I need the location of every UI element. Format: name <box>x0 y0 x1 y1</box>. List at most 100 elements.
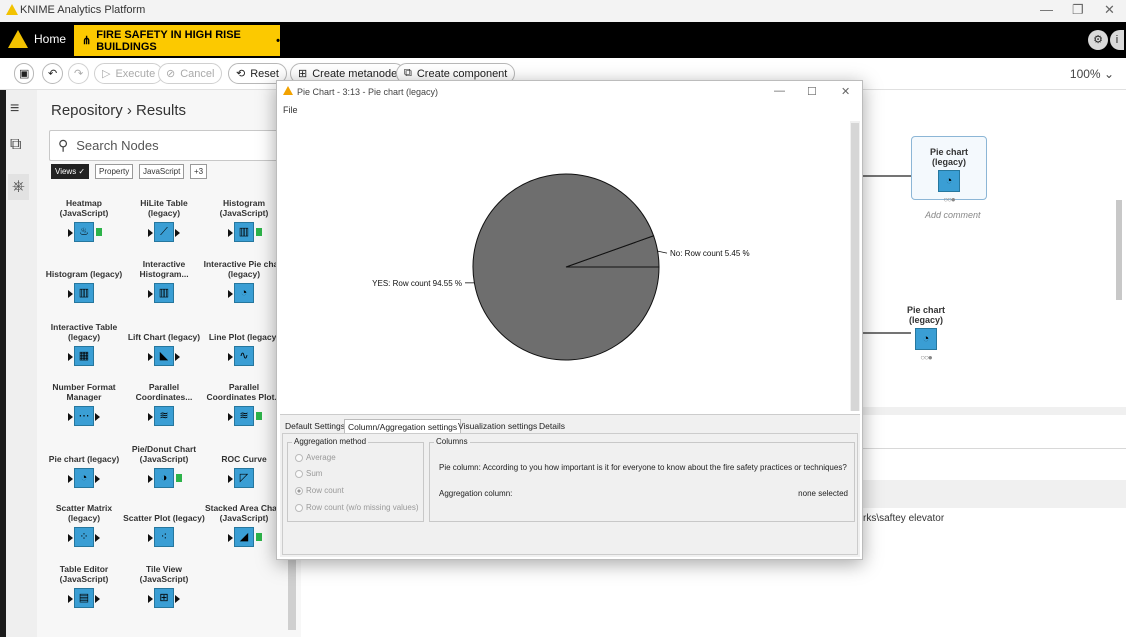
search-input[interactable]: ⚲ Search Nodes <box>49 130 301 161</box>
info-icon[interactable]: i <box>1110 30 1124 50</box>
repo-node[interactable]: Interactive Table (legacy) ▦ <box>43 320 125 366</box>
repo-node[interactable]: Scatter Matrix (legacy) ⁘ <box>43 501 125 547</box>
repo-node-label: Heatmap (JavaScript) <box>59 198 109 218</box>
tab-workflow[interactable]: ⋔ FIRE SAFETY IN HIGH RISE BUILDINGS • <box>74 25 280 56</box>
pie-column-select[interactable]: Pie column: According to you how importa… <box>439 463 847 472</box>
repo-node-label: ROC Curve <box>221 454 267 464</box>
scatter-plot-icon: ⁖ <box>148 527 174 547</box>
pie-chart-dialog: Pie Chart - 3:13 - Pie chart (legacy) — … <box>276 80 863 560</box>
workflow-path-text: rks\saftey elevator <box>863 513 945 524</box>
columns-title: Columns <box>434 437 470 446</box>
add-comment-link[interactable]: Add comment <box>925 210 981 220</box>
repo-node-label: Parallel Coordinates... <box>135 382 193 402</box>
undo-button[interactable]: ↶ <box>42 63 64 84</box>
radio-circle <box>295 469 303 478</box>
dialog-title: Pie Chart - 3:13 - Pie chart (legacy) <box>297 87 439 97</box>
pie-chart-icon: ◔ <box>228 283 254 303</box>
repo-node[interactable]: Line Plot (legacy) ∿ <box>203 320 285 366</box>
undo-icon: ↶ <box>48 68 58 80</box>
description-icon[interactable]: ≡ <box>10 100 19 118</box>
radio-average[interactable]: Average <box>295 453 336 462</box>
tab-content: Aggregation method Average Sum Row count… <box>282 433 858 555</box>
cancel-button[interactable]: ⊘ Cancel <box>158 63 223 84</box>
repo-node[interactable]: Lift Chart (legacy) ◣ <box>123 320 205 366</box>
tag-property[interactable]: Property <box>95 164 134 179</box>
execute-icon: ▷ <box>102 68 111 80</box>
repo-node[interactable]: Tile View (JavaScript) ⊞ <box>123 562 205 608</box>
canvas-vscrollbar[interactable] <box>1116 200 1122 300</box>
execute-button[interactable]: ▷ Execute <box>94 63 164 84</box>
tab-home[interactable]: Home <box>34 32 66 46</box>
tag-views-label: Views <box>55 167 77 176</box>
plot-scrollbar[interactable] <box>850 121 860 411</box>
repo-node[interactable]: Table Editor (JavaScript) ▤ <box>43 562 125 608</box>
redo-button[interactable]: ↷ <box>68 63 90 84</box>
repo-node-label: Histogram (legacy) <box>45 269 123 279</box>
repo-node[interactable]: Parallel Coordinates Plot... ≋ <box>203 380 285 426</box>
repo-node[interactable]: Stacked Area Chart (JavaScript) ◢ <box>203 501 285 547</box>
pie-chart-node[interactable]: Pie chart (legacy) ◔ ○○● <box>891 305 961 362</box>
radio-circle-selected <box>295 486 303 495</box>
redo-icon: ↷ <box>74 68 84 80</box>
repo-node[interactable]: HiLite Table (legacy) ⟋ <box>123 196 205 242</box>
minimize-icon[interactable]: — <box>1040 2 1053 17</box>
radio-sum[interactable]: Sum <box>295 469 322 478</box>
repo-node-label: Scatter Matrix (legacy) <box>55 503 113 523</box>
tag-javascript[interactable]: JavaScript <box>139 164 185 179</box>
radio-circle <box>295 503 303 512</box>
repo-node-label: Pie/Donut Chart (JavaScript) <box>131 444 197 464</box>
radio-circle <box>295 453 303 462</box>
repo-node[interactable]: Histogram (legacy) ▥ <box>43 257 125 303</box>
repo-node[interactable]: Heatmap (JavaScript) ♨ <box>43 196 125 242</box>
tab-visualization-settings[interactable]: Visualization settings <box>455 419 540 433</box>
tag-views[interactable]: Views ✓ <box>51 164 90 179</box>
save-button[interactable]: ▣ <box>14 63 35 84</box>
reset-icon: ⟲ <box>236 68 246 80</box>
repo-node[interactable]: Pie/Donut Chart (JavaScript) ◑ <box>123 442 205 488</box>
canvas-hscrollbar[interactable] <box>861 407 1126 415</box>
repo-node[interactable]: Scatter Plot (legacy) ⁖ <box>123 501 205 547</box>
unsaved-indicator: • <box>276 34 280 47</box>
dialog-close-icon[interactable]: ✕ <box>841 85 850 98</box>
parallel-coordinates-icon: ≋ <box>148 406 174 426</box>
repo-node-label: Tile View (JavaScript) <box>139 564 189 584</box>
pie-chart-svg: YES: Row count 94.55 % No: Row count 5.45… <box>372 173 750 361</box>
tag-more[interactable]: +3 <box>190 164 208 179</box>
tab-column-aggregation[interactable]: Column/Aggregation settings <box>344 419 462 434</box>
space-explorer-icon[interactable]: ⧉ <box>10 136 21 154</box>
pie-chart-node-selected[interactable]: Pie chart (legacy) ◔ ○○● <box>911 136 987 204</box>
heatmap-icon: ♨ <box>68 222 102 242</box>
radio-row-count-no-missing[interactable]: Row count (w/o missing values) <box>295 503 418 512</box>
repo-node[interactable]: Number Format Manager ⋯ <box>43 380 125 426</box>
repo-node[interactable]: Interactive Pie chart (legacy) ◔ <box>203 257 285 303</box>
save-icon: ▣ <box>19 68 30 80</box>
table-editor-icon: ▤ <box>68 588 100 608</box>
dialog-maximize-icon[interactable]: ☐ <box>807 85 817 98</box>
settings-icon[interactable]: ⚙ <box>1088 30 1108 50</box>
tab-details[interactable]: Details <box>536 419 568 433</box>
repo-node[interactable]: Parallel Coordinates... ≋ <box>123 380 205 426</box>
restore-icon[interactable]: ❐ <box>1072 2 1084 18</box>
cancel-icon: ⊘ <box>166 68 176 80</box>
close-icon[interactable]: ✕ <box>1104 2 1115 18</box>
panel-divider <box>861 448 1126 449</box>
repo-node[interactable]: Pie chart (legacy) ◔ <box>43 442 125 488</box>
zoom-select[interactable]: 100% ⌄ <box>1070 67 1114 81</box>
tab-default-settings[interactable]: Default Settings <box>282 419 348 433</box>
stacked-area-icon: ◢ <box>228 527 262 547</box>
menu-file[interactable]: File <box>277 103 862 119</box>
plot-scrollbar-thumb[interactable] <box>851 123 859 411</box>
histogram-icon: ▥ <box>148 283 174 303</box>
repo-node[interactable]: Interactive Histogram... ▥ <box>123 257 205 303</box>
radio-row-count[interactable]: Row count <box>295 486 344 495</box>
canvas-node-label: Pie chart (legacy) <box>906 305 946 325</box>
node-repository-icon[interactable]: ⎈ <box>8 174 29 200</box>
repo-node[interactable]: ROC Curve ◸ <box>203 442 285 488</box>
repo-node-label: Line Plot (legacy) <box>208 332 280 342</box>
aggregation-column-select[interactable]: none selected <box>798 489 848 498</box>
pie-slice-yes <box>472 173 660 361</box>
knime-home-logo-icon[interactable] <box>8 30 28 48</box>
dialog-minimize-icon[interactable]: — <box>774 85 785 97</box>
columns-group: Columns Pie column: According to you how… <box>429 437 855 522</box>
repo-node[interactable]: Histogram (JavaScript) ▥ <box>203 196 285 242</box>
